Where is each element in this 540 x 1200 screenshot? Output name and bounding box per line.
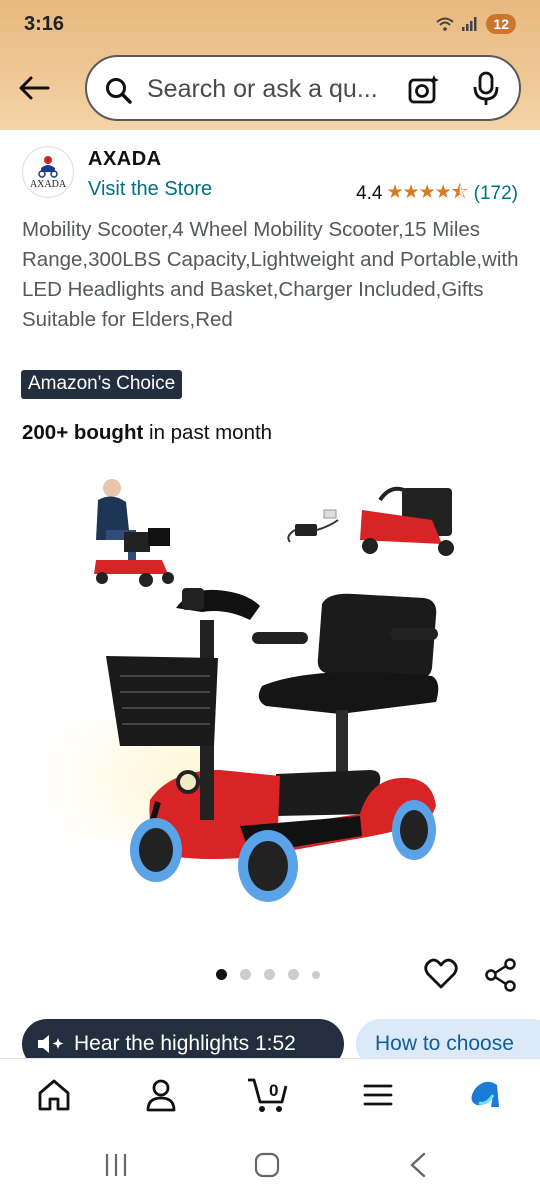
back-button[interactable] — [14, 68, 54, 108]
cart-icon: 0 — [248, 1078, 288, 1112]
bought-suffix: in past month — [143, 421, 273, 444]
carousel-dot[interactable] — [240, 969, 251, 980]
camera-search-icon[interactable] — [407, 73, 441, 105]
rating-value: 4.4 — [356, 183, 383, 204]
rufus-icon — [471, 1081, 499, 1107]
inset-charger-image — [287, 509, 339, 543]
status-bar: 3:16 12 — [0, 0, 540, 50]
carousel-dot[interactable] — [288, 969, 299, 980]
carousel-dots — [216, 969, 320, 980]
search-box[interactable] — [85, 55, 521, 121]
search-row — [0, 55, 540, 121]
inset-folded-scooter-image — [360, 486, 454, 556]
amazons-choice-badge[interactable]: Amazon's Choice — [21, 370, 183, 399]
nav-cart[interactable]: 0 — [246, 1073, 290, 1117]
nav-home[interactable] — [32, 1073, 76, 1117]
share-icon[interactable] — [484, 958, 518, 992]
search-icon — [106, 78, 132, 104]
home-button-icon[interactable] — [254, 1152, 280, 1178]
cart-count: 0 — [269, 1081, 278, 1100]
brand-logo-text: AXADA — [29, 179, 67, 190]
home-icon — [38, 1079, 70, 1111]
wifi-icon — [436, 17, 455, 31]
rating-count[interactable]: (172) — [474, 183, 518, 205]
search-input[interactable] — [147, 71, 397, 107]
carousel-dot[interactable] — [264, 969, 275, 980]
brand-logo[interactable]: AXADA — [22, 146, 74, 198]
nav-menu[interactable] — [356, 1073, 400, 1117]
system-navigation-bar — [0, 1134, 540, 1200]
carousel-dot[interactable] — [312, 970, 320, 979]
menu-icon — [363, 1084, 393, 1106]
inset-rider-image — [94, 479, 174, 587]
heart-icon[interactable] — [424, 958, 458, 990]
main-scooter-image — [106, 588, 439, 902]
microphone-icon[interactable] — [473, 71, 499, 107]
carousel-dot[interactable] — [216, 969, 227, 980]
brand-name: AXADA — [88, 148, 162, 170]
rear-wheel — [392, 800, 436, 860]
star-rating-icon: ★★★★⯪ — [386, 182, 469, 203]
bought-in-past-month: 200+ bought in past month — [22, 421, 272, 445]
speaker-sparkle-icon — [38, 1035, 64, 1053]
back-arrow-icon — [19, 76, 50, 100]
visit-store-link[interactable]: Visit the Store — [88, 178, 212, 201]
recent-apps-icon[interactable] — [104, 1152, 128, 1178]
brand-row: AXADA AXADA Visit the Store 4.4 ★★★★⯪ (1… — [0, 140, 540, 210]
product-image-carousel[interactable] — [40, 470, 500, 940]
system-back-icon[interactable] — [408, 1152, 428, 1178]
front-right-wheel — [238, 830, 298, 902]
signal-icon — [462, 17, 477, 31]
rating-summary[interactable]: 4.4 ★★★★⯪ (172) — [356, 178, 518, 210]
nav-account[interactable] — [139, 1073, 183, 1117]
nav-rufus[interactable] — [463, 1073, 507, 1117]
battery-indicator: 12 — [486, 14, 516, 34]
product-image — [40, 479, 454, 902]
app-header: 3:16 12 — [0, 0, 540, 130]
brand-logo-icon — [38, 156, 58, 178]
bought-count: 200+ bought — [22, 421, 144, 444]
hear-highlights-label: Hear the highlights 1:52 — [74, 1032, 296, 1055]
account-icon — [146, 1079, 176, 1112]
status-icons: 12 — [436, 14, 516, 34]
status-time: 3:16 — [24, 13, 65, 35]
front-left-wheel — [130, 818, 182, 882]
product-title: Mobility Scooter,4 Wheel Mobility Scoote… — [22, 218, 519, 331]
bottom-navigation: 0 — [0, 1058, 540, 1134]
